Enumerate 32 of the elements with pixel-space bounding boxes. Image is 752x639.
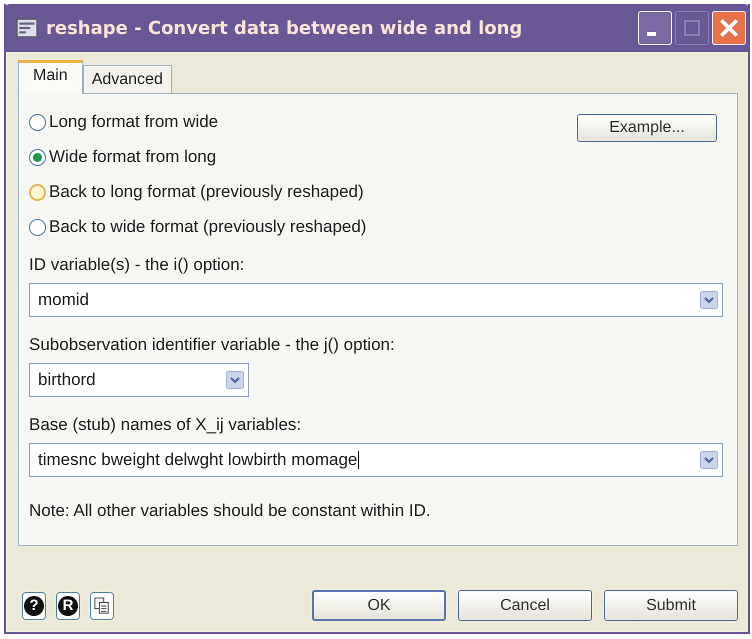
- copy-icon: [94, 596, 110, 614]
- combo-box[interactable]: timesnc bweight delwght lowbirth momage: [29, 443, 723, 477]
- help-button[interactable]: ?: [22, 592, 46, 620]
- combo-box[interactable]: momid: [29, 283, 723, 317]
- radio-button[interactable]: [29, 114, 46, 130]
- r-button[interactable]: R: [56, 592, 80, 620]
- field-label: Base (stub) names of X_ij variables:: [29, 415, 302, 435]
- field-label: ID variable(s) - the i() option:: [29, 255, 246, 275]
- copy-button[interactable]: [90, 592, 114, 620]
- tab[interactable]: Advanced: [82, 65, 172, 93]
- dialog-button[interactable]: Cancel: [458, 590, 592, 621]
- window-icon: [16, 18, 38, 38]
- radio-button[interactable]: [29, 218, 46, 236]
- minimize-button[interactable]: [638, 11, 672, 45]
- field-label: Subobservation identifier variable - the j() option:: [29, 335, 396, 355]
- close-icon: [718, 17, 740, 39]
- radio-button[interactable]: [29, 184, 46, 200]
- radio-option[interactable]: Back to wide format (previously reshaped): [29, 217, 366, 237]
- tab[interactable]: Main: [18, 60, 83, 94]
- radio-option[interactable]: Back to long format (previously reshaped): [29, 182, 366, 202]
- radio-option[interactable]: Wide format from long: [29, 147, 366, 167]
- window-title: reshape - Convert data between wide and long: [46, 18, 524, 38]
- note-text: Note: All other variables should be constant within ID.: [29, 501, 432, 521]
- close-button[interactable]: [712, 11, 746, 45]
- radio-button[interactable]: [29, 148, 46, 166]
- dialog-button[interactable]: OK: [312, 590, 446, 621]
- combo-box[interactable]: birthord: [29, 363, 249, 397]
- dialog-button[interactable]: Submit: [604, 590, 738, 621]
- maximize-icon: [682, 18, 702, 38]
- example-button[interactable]: Example...: [577, 114, 717, 142]
- radio-option[interactable]: Long format from wide: [29, 112, 366, 132]
- minimize-icon: [646, 32, 656, 36]
